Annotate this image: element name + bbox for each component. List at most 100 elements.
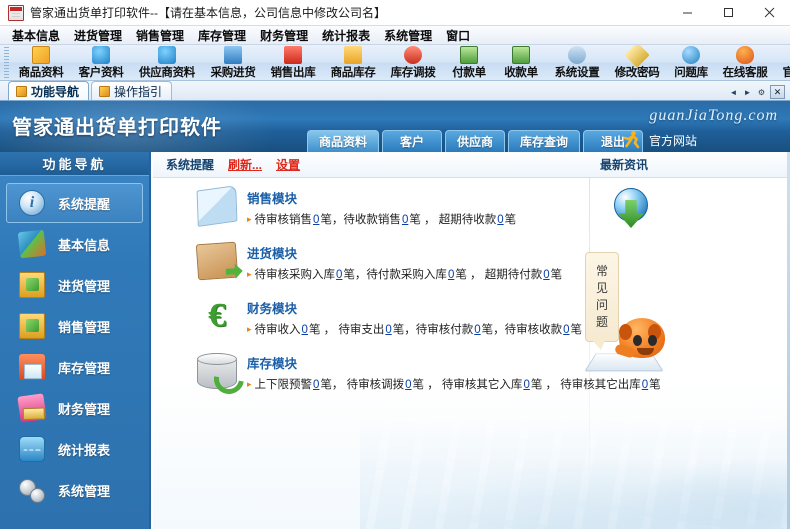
- toolbar-button-transfer[interactable]: 库存调拨: [383, 45, 443, 80]
- sidebar-item-purchase-management[interactable]: 进货管理: [6, 265, 143, 305]
- sidebar-item-system-management[interactable]: 系统管理: [6, 470, 143, 510]
- banner-tab-customer[interactable]: 客户: [382, 130, 443, 152]
- transfer-icon: [404, 46, 422, 64]
- toolbar-button-faq[interactable]: 问题库: [667, 45, 715, 80]
- toolbar-button-support[interactable]: 在线客服: [715, 45, 775, 80]
- stat-number[interactable]: 0: [335, 269, 343, 281]
- module-finance: 财务模块 待审收入0笔 ， 待审支出0笔，待审核付款0笔，待审核收款0笔: [153, 296, 593, 351]
- sidebar-item-basic-info[interactable]: 基本信息: [6, 224, 143, 264]
- menu-item-window[interactable]: 窗口: [439, 25, 477, 46]
- folder-out-icon: [19, 313, 45, 339]
- banner-website-link[interactable]: 官方网站: [622, 130, 697, 150]
- toolbar-label: 客户资料: [78, 67, 124, 79]
- toolbar-button-payment[interactable]: 付款单: [443, 45, 495, 80]
- stat-text: 笔，待审核收款: [481, 324, 563, 336]
- stat-number[interactable]: 0: [447, 269, 455, 281]
- stat-number[interactable]: 0: [312, 214, 320, 226]
- module-stats: 待审收入0笔 ， 待审支出0笔，待审核付款0笔，待审核收款0笔: [247, 321, 583, 337]
- menu-item-purchase[interactable]: 进货管理: [67, 25, 129, 46]
- stat-number[interactable]: 0: [301, 324, 309, 336]
- stat-text: 笔 ， 超期待付款: [455, 269, 543, 281]
- faq-char-2: 见: [595, 281, 608, 295]
- toolbar-button-purchase[interactable]: 采购进货: [203, 45, 263, 80]
- sidebar-item-label: 系统管理: [58, 483, 111, 499]
- module-title[interactable]: 销售模块: [247, 188, 516, 207]
- close-button[interactable]: [749, 0, 790, 26]
- banner-tab-stock-query[interactable]: 库存查询: [508, 130, 581, 152]
- tab-label: 功能导航: [31, 84, 80, 99]
- tab-next-button[interactable]: ►: [742, 86, 753, 99]
- menu-item-sales[interactable]: 销售管理: [129, 25, 191, 46]
- stat-number[interactable]: 0: [496, 214, 504, 226]
- sidebar-item-system-reminder[interactable]: 系统提醒: [6, 183, 143, 223]
- banner-tab-goods[interactable]: 商品资料: [307, 130, 380, 152]
- module-title[interactable]: 财务模块: [247, 298, 582, 317]
- toolbar-button-sales-out[interactable]: 销售出库: [263, 45, 323, 80]
- mascot-eye-right: [648, 335, 657, 346]
- refresh-link[interactable]: 刷新...: [228, 156, 262, 173]
- faq-icon: [682, 46, 700, 64]
- toolbar-button-customer[interactable]: 客户资料: [71, 45, 131, 80]
- stat-text: 待审核采购入库: [254, 269, 336, 281]
- stat-text: 笔: [550, 269, 563, 281]
- faq-widget[interactable]: 常 见 问 题: [573, 252, 733, 432]
- module-sales: 销售模块 待审核销售0笔，待收款销售0笔 ， 超期待收款0笔: [153, 185, 593, 241]
- stat-text: 笔 ， 待审核其它入库: [412, 379, 523, 391]
- sidebar-item-label: 进货管理: [58, 278, 111, 294]
- stat-text: 待审收入: [254, 324, 301, 336]
- tab-prev-button[interactable]: ◄: [728, 86, 739, 99]
- inventory-icon: [344, 46, 362, 64]
- toolbar-button-receipt[interactable]: 收款单: [495, 45, 547, 80]
- toolbar-label: 收款单: [504, 67, 538, 79]
- menu-item-reports[interactable]: 统计报表: [315, 25, 377, 46]
- minimize-button[interactable]: [667, 0, 708, 26]
- sales-book-icon: [196, 185, 238, 227]
- stat-number[interactable]: 0: [473, 324, 481, 336]
- sidebar-item-inventory-management[interactable]: 库存管理: [6, 347, 143, 387]
- banner-title: 管家通出货单打印软件: [12, 117, 222, 139]
- stat-number[interactable]: 0: [401, 214, 409, 226]
- tab-close-button[interactable]: ✕: [770, 85, 785, 99]
- stat-number[interactable]: 0: [562, 324, 570, 336]
- stat-text: 笔，待付款采购入库: [343, 269, 447, 281]
- stat-number[interactable]: 0: [404, 379, 412, 391]
- toolbar-button-goods[interactable]: 商品资料: [11, 45, 71, 80]
- stat-number[interactable]: 0: [312, 379, 320, 391]
- stat-number[interactable]: 0: [384, 324, 392, 336]
- support-icon: [736, 46, 754, 64]
- toolbar-button-website[interactable]: 官方网站: [775, 45, 790, 80]
- banner-website-label: 官方网站: [649, 133, 698, 148]
- menu-item-system[interactable]: 系统管理: [377, 25, 439, 46]
- toolbar-button-inventory[interactable]: 商品库存: [323, 45, 383, 80]
- stat-text: 待审核销售: [254, 214, 313, 226]
- sales-out-icon: [284, 46, 302, 64]
- running-man-icon: [622, 130, 642, 150]
- toolbar-button-supplier[interactable]: 供应商资料: [131, 45, 203, 80]
- chart-icon: [19, 436, 45, 462]
- banner-tab-supplier[interactable]: 供应商: [445, 130, 506, 152]
- toolbar-button-password[interactable]: 修改密码: [607, 45, 667, 80]
- settings-link[interactable]: 设置: [276, 156, 300, 173]
- toolbar-button-settings[interactable]: 系统设置: [547, 45, 607, 80]
- tab-function-navigation[interactable]: 功能导航: [8, 81, 90, 100]
- sidebar-item-finance-management[interactable]: 财务管理: [6, 388, 143, 428]
- folder-in-icon: [19, 272, 45, 298]
- module-title[interactable]: 进货模块: [247, 243, 562, 262]
- sidebar-item-sales-management[interactable]: 销售管理: [6, 306, 143, 346]
- tab-operation-guide[interactable]: 操作指引: [91, 81, 173, 100]
- menu-item-inventory[interactable]: 库存管理: [191, 25, 253, 46]
- sidebar-item-reports[interactable]: 统计报表: [6, 429, 143, 469]
- tab-list-button[interactable]: ⚙: [756, 86, 767, 99]
- stat-number[interactable]: 0: [542, 269, 550, 281]
- sidebar-item-label: 系统提醒: [58, 196, 111, 212]
- toolbar-grip[interactable]: [4, 47, 9, 79]
- menu-item-finance[interactable]: 财务管理: [253, 25, 315, 46]
- maximize-button[interactable]: [708, 0, 749, 26]
- finance-money-icon: [197, 298, 237, 334]
- faq-char-4: 题: [595, 315, 608, 329]
- stat-text: 笔， 待审核调拨: [320, 379, 405, 391]
- menu-item-basic-info[interactable]: 基本信息: [5, 25, 67, 46]
- toolbar-label: 系统设置: [554, 67, 600, 79]
- download-globe-icon[interactable]: [611, 188, 653, 230]
- stat-number[interactable]: 0: [522, 379, 530, 391]
